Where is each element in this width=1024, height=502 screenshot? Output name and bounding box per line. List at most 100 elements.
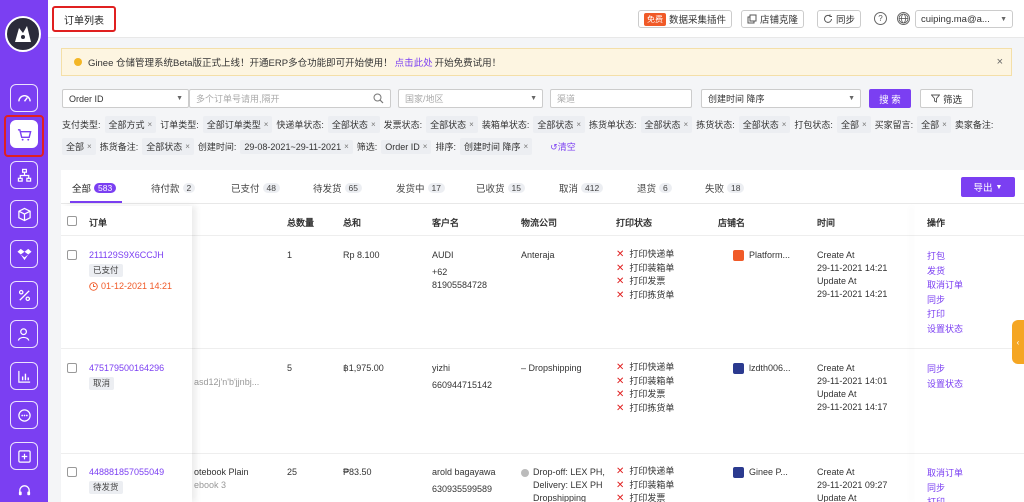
filter-label: 发票状态: [383, 120, 423, 130]
lazada-store-icon [733, 363, 744, 375]
close-icon[interactable]: × [264, 120, 269, 129]
tab-status-4[interactable]: 发货中 17 [396, 181, 445, 195]
sidebar-item-support[interactable] [10, 476, 38, 502]
globe-icon[interactable] [897, 12, 910, 25]
close-icon[interactable]: × [87, 142, 92, 151]
filter-tag: 全部状态 × [640, 116, 693, 133]
store-name-cell: lzdth006... [733, 362, 791, 375]
side-panel-toggle[interactable]: ‹ [1012, 320, 1024, 364]
close-icon[interactable]: × [782, 120, 787, 129]
clear-filters-link[interactable]: ↺清空 [550, 140, 576, 153]
close-icon[interactable]: × [684, 120, 689, 129]
help-icon[interactable]: ? [874, 12, 887, 25]
order-id-link[interactable]: 475179500164296 [89, 362, 164, 375]
not-printed-icon: ✕ [616, 466, 625, 477]
tab-status-1[interactable]: 待付款 2 [151, 181, 196, 195]
sidebar-item-promotions[interactable] [10, 281, 38, 309]
sync-action[interactable]: 同步 [927, 481, 963, 496]
sidebar-item-chat[interactable] [10, 401, 38, 429]
close-icon[interactable]: × [148, 120, 153, 129]
logistics-name: – Dropshipping [521, 363, 582, 373]
filter-tag-value: 全部状态 [644, 120, 681, 130]
tab-count-badge: 6 [659, 183, 672, 193]
ship-deadline: 01-12-2021 14:21 [101, 281, 173, 291]
chevron-left-icon: ‹ [1016, 337, 1020, 347]
filter-tag-value: 全部状态 [430, 120, 467, 130]
print-action[interactable]: 打印 [927, 495, 963, 502]
ship-action[interactable]: 发货 [927, 264, 963, 279]
print-status-list: ✕ 打印快递单 ✕ 打印装箱单 ✕ 打印发票 ✕ 打印拣货单 [616, 248, 674, 302]
percent-icon [18, 289, 30, 301]
data-plugin-button[interactable]: 免费 数据采集插件 [638, 10, 733, 28]
filter-label: 拣货状态: [696, 120, 735, 130]
sort-select[interactable]: 创建时间 降序 ▼ [701, 89, 861, 108]
created-label: Create At [817, 250, 855, 260]
order-id-link[interactable]: 448881857055049 [89, 466, 164, 479]
sync-button[interactable]: 同步 [817, 10, 862, 28]
close-icon[interactable]: × [344, 142, 349, 151]
tab-status-2[interactable]: 已支付 48 [231, 181, 280, 195]
sidebar-item-products[interactable] [10, 200, 38, 228]
close-icon[interactable]: × [942, 120, 947, 129]
sidebar [0, 0, 48, 502]
row-checkbox[interactable] [67, 363, 77, 373]
filter-label: 支付类型: [62, 120, 101, 130]
country-select[interactable]: 国家/地区 ▼ [398, 89, 543, 108]
order-id-link[interactable]: 211129S9X6CCJH [89, 249, 172, 262]
order-search-input[interactable]: 多个订单号请用,隔开 [189, 89, 391, 108]
tab-status-8[interactable]: 失败 18 [705, 181, 745, 195]
tab-status-7[interactable]: 退货 6 [637, 181, 672, 195]
ginee-logo[interactable] [5, 16, 41, 52]
notice-link[interactable]: 点击此处 [395, 55, 433, 69]
sidebar-item-add[interactable] [10, 442, 38, 470]
status-tabs: 全部 583 待付款 2 已支付 48 待发货 65 发货中 17 已收货 15 取消 412 退货 6 失败 1… [61, 170, 1024, 204]
close-icon[interactable]: × [862, 120, 867, 129]
close-icon[interactable]: × [423, 142, 428, 151]
store-name: lzdth006... [749, 363, 791, 373]
close-icon[interactable]: × [576, 120, 581, 129]
cancel-order-action[interactable]: 取消订单 [927, 466, 963, 481]
print-status-item: 打印拣货单 [629, 402, 675, 413]
set-status-action[interactable]: 设置状态 [927, 322, 963, 337]
filter-tag: 全部状态 × [142, 138, 194, 155]
filter-button[interactable]: 筛选 [920, 89, 973, 108]
pack-action[interactable]: 打包 [927, 249, 963, 264]
sidebar-item-reports[interactable] [10, 362, 38, 390]
set-status-action[interactable]: 设置状态 [927, 377, 963, 392]
tab-status-3[interactable]: 待发货 65 [313, 181, 362, 195]
channel-select[interactable]: 渠道 [550, 89, 692, 108]
filter-label: 拣货备注: [99, 142, 139, 152]
close-icon[interactable]: × [997, 56, 1003, 68]
sync-action[interactable]: 同步 [927, 362, 963, 377]
print-action[interactable]: 打印 [927, 307, 963, 322]
sidebar-item-dashboard[interactable] [10, 84, 38, 112]
sidebar-item-dropbox[interactable] [10, 240, 38, 268]
select-all-checkbox[interactable] [67, 216, 77, 226]
sidebar-item-warehouse[interactable] [10, 161, 38, 189]
close-icon[interactable]: × [371, 120, 376, 129]
sync-action[interactable]: 同步 [927, 293, 963, 308]
search-field-select[interactable]: Order ID ▼ [62, 89, 189, 108]
store-clone-button[interactable]: 店铺克隆 [741, 10, 805, 28]
close-icon[interactable]: × [523, 142, 528, 151]
updated-time: 29-11-2021 14:17 [817, 402, 888, 412]
filter-label: 装箱单状态: [481, 120, 530, 130]
search-button[interactable]: 搜 索 [869, 89, 911, 108]
tab-status-5[interactable]: 已收货 15 [476, 181, 525, 195]
tab-status-6[interactable]: 取消 412 [559, 181, 604, 195]
user-menu[interactable]: cuiping.ma@a... ▼ [915, 10, 1013, 28]
not-printed-icon: ✕ [616, 249, 625, 260]
row-checkbox[interactable] [67, 250, 77, 260]
close-icon[interactable]: × [185, 142, 190, 151]
tab-all[interactable]: 全部 583 [72, 181, 117, 195]
row-checkbox[interactable] [67, 467, 77, 477]
hierarchy-icon [17, 168, 31, 182]
sidebar-item-customers[interactable] [10, 320, 38, 348]
customer-phone: 660944715142 [432, 380, 493, 390]
tab-count-badge: 15 [507, 183, 525, 193]
export-button[interactable]: 导出 ▼ [961, 177, 1015, 197]
not-printed-icon: ✕ [616, 493, 625, 502]
refresh-icon [824, 14, 832, 23]
close-icon[interactable]: × [469, 120, 474, 129]
cancel-order-action[interactable]: 取消订单 [927, 278, 963, 293]
